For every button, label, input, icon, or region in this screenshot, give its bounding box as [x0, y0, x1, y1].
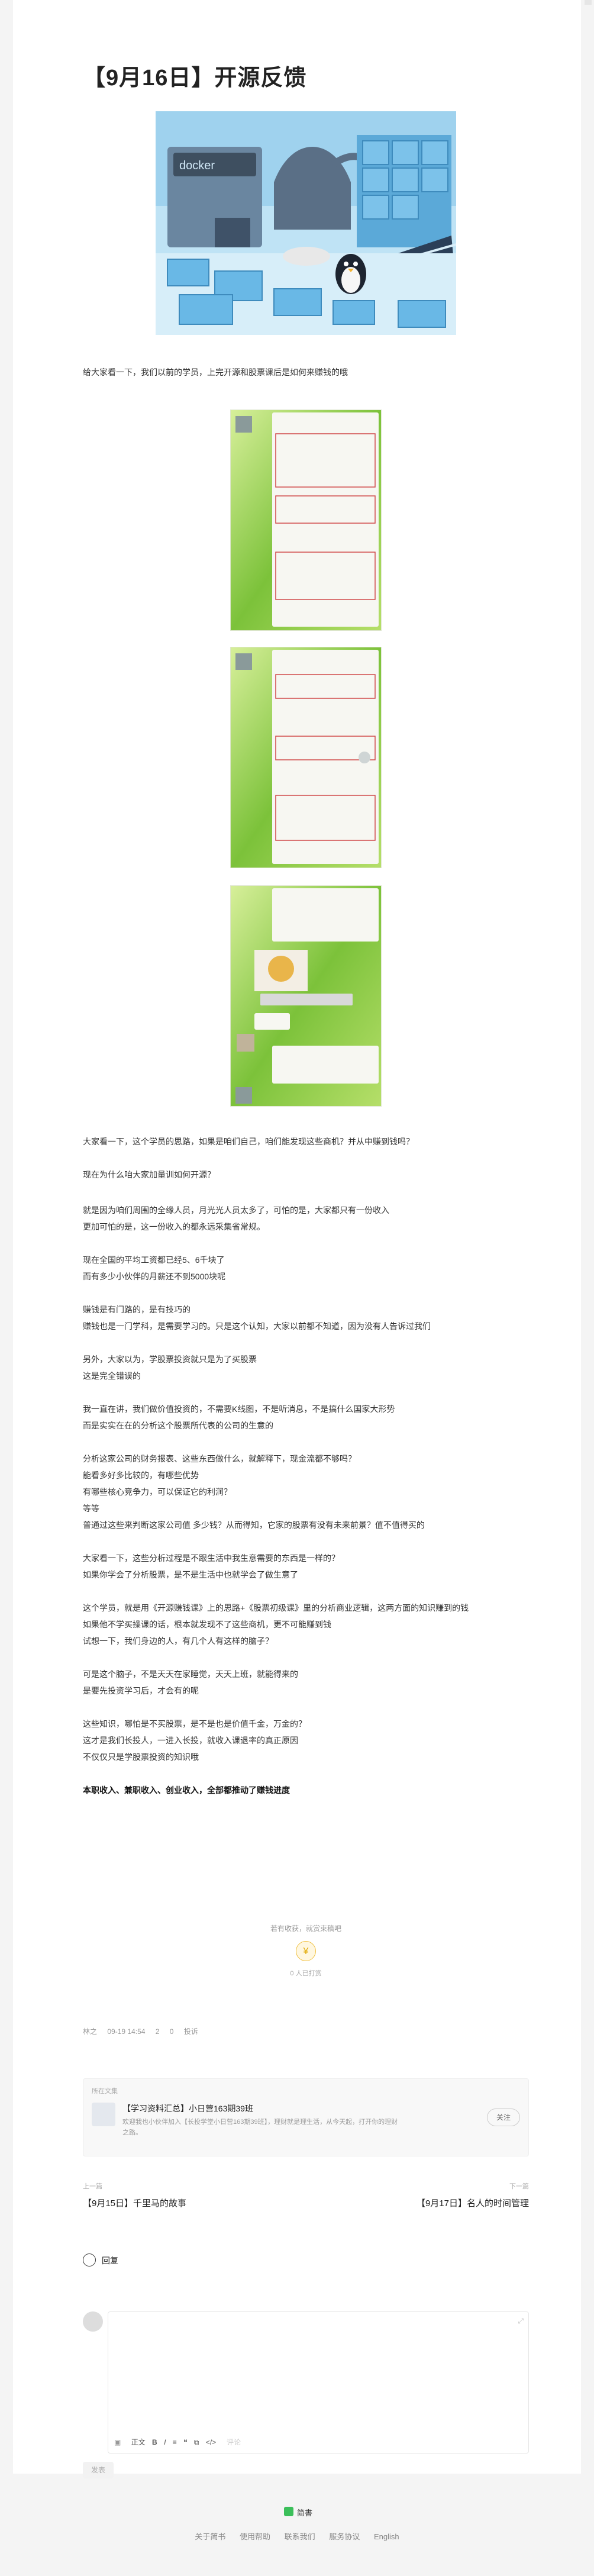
chat-screenshot-3	[230, 885, 382, 1107]
prev-article-link[interactable]: 【9月15日】千里马的故事	[83, 2197, 186, 2209]
comment-icon	[83, 2253, 96, 2267]
paragraph: 试想一下，我们身边的人，有几个人有这样的脑子？	[83, 1636, 273, 1646]
paragraph: 能看多好多比较的，有哪些优势	[83, 1471, 199, 1480]
footer-logo-icon	[284, 2507, 293, 2516]
paragraph: 就是因为咱们周围的全缘人员，月光光人员太多了，可怕的是，大家都只有一份收入	[83, 1205, 389, 1215]
chat-screenshot-1	[230, 410, 382, 631]
comments-link[interactable]: 回复	[102, 2255, 118, 2267]
paragraph: 而是实实在在的分析这个股票所代表的公司的生意的	[83, 1421, 273, 1430]
collection-card: 所在文集 【学习资料汇总】小日营163期39班 欢迎我也小伙伴加入【长投学堂小日…	[83, 2078, 529, 2156]
next-article-link[interactable]: 【9月17日】名人的时间管理	[417, 2197, 529, 2209]
paragraph: 是要先投资学习后，才会有的呢	[83, 1686, 199, 1695]
paragraph: 大家看一下，这个学员的思路，如果是咱们自己，咱们能发现这些商机？并从中赚到钱吗？	[83, 1137, 414, 1146]
paragraph: 更加可怕的是，这一份收入的都永远采集省常规。	[83, 1222, 265, 1231]
paragraph: 如果你学会了分析股票，是不是生活中也就学会了做生意了	[83, 1570, 298, 1579]
paragraph: 分析这家公司的财务报表、这些东西做什么，就解释下，现金流都不够吗？	[83, 1454, 356, 1463]
donate-button[interactable]: ¥	[296, 1941, 316, 1961]
format-select[interactable]: 正文	[131, 2438, 146, 2446]
publish-date: 09-19 14:54	[107, 2027, 146, 2036]
paragraph: 赚钱也是一门学科，是需要学习的。只是这个认知，大家以前都不知道，因为没有人告诉过…	[83, 1321, 431, 1331]
author-name[interactable]: 林之	[83, 2027, 97, 2036]
chat-screenshot-2	[230, 647, 382, 868]
collection-title[interactable]: 【学习资料汇总】小日营163期39班	[122, 2103, 253, 2114]
article-page: 【9月16日】开源反馈 docker 给大家看一下，我们以前的学员，上完开源和股…	[13, 0, 581, 2478]
comment-count[interactable]: 2	[156, 2027, 160, 2036]
paragraph: 等等	[83, 1504, 99, 1513]
donate-count: 0 人已打赏	[290, 1970, 322, 1977]
paragraph: 另外，大家以为，学股票投资就只是为了买股票	[83, 1355, 257, 1364]
footer-links: 关于简书 使用帮助 联系我们 服务协议 English	[0, 2530, 594, 2542]
paragraph: 赚钱是有门路的，是有技巧的	[83, 1305, 191, 1314]
paragraph: 不仅仅只是学股票投资的知识哦	[83, 1752, 199, 1762]
paragraph: 普通过这些来判断这家公司值 多少钱？从而得知，它家的股票有没有未来前景？值不值得…	[83, 1520, 425, 1530]
send-button[interactable]: 发表	[83, 2462, 114, 2478]
svg-text:docker: docker	[179, 159, 215, 172]
avatar	[83, 2311, 103, 2332]
collection-label: 所在文集	[92, 2088, 118, 2095]
report-link[interactable]: 投诉	[184, 2027, 198, 2036]
list-icon[interactable]: ≡	[173, 2438, 177, 2446]
paragraph: 可是这个脑子，不是天天在家睡觉，天天上班，就能得来的	[83, 1669, 298, 1679]
paragraph: 现在全国的平均工资都已经5、6千块了	[83, 1255, 225, 1265]
article-hero-image: docker	[156, 111, 456, 335]
article-meta: 林之 09-19 14:54 2 0 投诉	[83, 2026, 206, 2036]
italic-icon[interactable]: I	[164, 2438, 166, 2446]
window-scrollbar[interactable]	[581, 0, 594, 2576]
footer-link[interactable]: English	[374, 2532, 399, 2541]
editor-placeholder: 评论	[227, 2438, 241, 2446]
footer-link[interactable]: 服务协议	[329, 2532, 360, 2541]
article-title: 【9月16日】开源反馈	[83, 66, 307, 91]
collection-cover	[92, 2103, 115, 2126]
prev-label: 上一篇	[83, 2183, 102, 2190]
paragraph: 现在为什么咱大家加量训如何开源？	[83, 1170, 215, 1179]
next-label: 下一篇	[509, 2183, 529, 2190]
paragraph: 大家看一下，这些分析过程是不跟生活中我生意需要的东西是一样的？	[83, 1553, 340, 1563]
link-icon[interactable]: ⧉	[194, 2438, 199, 2446]
collection-desc: 欢迎我也小伙伴加入【长投学堂小日营163期39班】，理财就是理生活，从今天起，打…	[122, 2119, 398, 2126]
paragraph: 我一直在讲，我们做价值投资的，不需要K线图，不是听消息，不是搞什么国家大形势	[83, 1404, 395, 1414]
paragraph: 这个学员，就是用《开源赚钱课》上的思路+《股票初级课》里的分析商业逻辑，这两方面…	[83, 1603, 469, 1613]
footer-link[interactable]: 联系我们	[285, 2532, 315, 2541]
expand-icon[interactable]: ⤢	[518, 2317, 524, 2326]
scrollbar-thumb[interactable]	[585, 0, 592, 5]
paragraph: 这些知识，哪怕是不买股票，是不是也是价值千金，万金的？	[83, 1719, 306, 1729]
paragraph: 如果他不学买操课的话，根本就发现不了这些商机，更不可能赚到钱	[83, 1620, 331, 1629]
footer-link[interactable]: 关于简书	[195, 2532, 225, 2541]
paragraph-bold: 本职收入、兼职收入、创业收入，全部都推动了赚钱进度	[83, 1785, 290, 1795]
article-intro: 给大家看一下，我们以前的学员，上完开源和股票课后是如何来赚钱的哦	[83, 367, 348, 377]
paragraph: 这是完全错误的	[83, 1371, 141, 1381]
paragraph: 有哪些核心竞争力，可以保证它的利润？	[83, 1487, 232, 1497]
footer-link[interactable]: 使用帮助	[240, 2532, 270, 2541]
follow-button[interactable]: 关注	[487, 2108, 520, 2126]
bold-icon[interactable]: B	[152, 2438, 157, 2446]
code-icon[interactable]: </>	[206, 2438, 216, 2446]
collection-desc-cont: 之路。	[122, 2129, 142, 2136]
image-icon[interactable]: ▣	[114, 2438, 121, 2446]
quote-icon[interactable]: ❝	[183, 2438, 187, 2446]
comment-editor[interactable]: ⤢ ▣ 正文 B I ≡ ❝ ⧉ </> 评论	[108, 2311, 529, 2454]
footer-brand: 简書	[297, 2509, 313, 2517]
editor-toolbar: ▣ 正文 B I ≡ ❝ ⧉ </>	[114, 2437, 221, 2447]
paragraph: 而有多少小伙伴的月薪还不到5000块呢	[83, 1272, 226, 1281]
paragraph: 这才是我们长投人，一进入长投，就收入课退率的真正原因	[83, 1736, 298, 1745]
donate-hint: 若有收获，就赏束稿吧	[270, 1924, 341, 1933]
like-count[interactable]: 0	[170, 2027, 174, 2036]
